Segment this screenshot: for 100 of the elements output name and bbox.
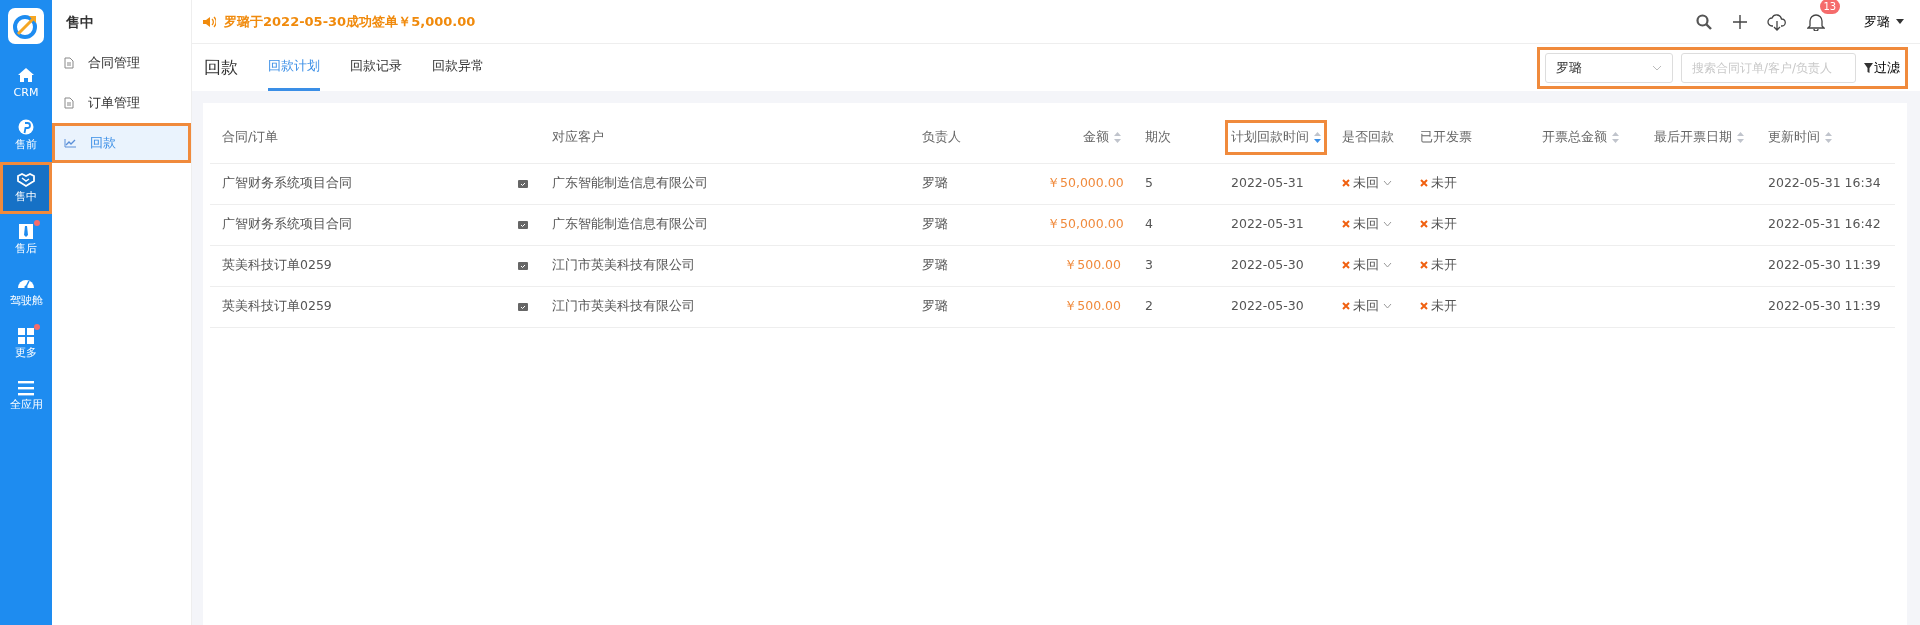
datetime-text: 2022-05-31 16:42 bbox=[1768, 216, 1881, 232]
pin-logo-icon bbox=[17, 118, 35, 137]
user-menu[interactable]: 罗璐 bbox=[1858, 10, 1910, 33]
sidebar-title: 售中 bbox=[65, 13, 95, 32]
notification-count: 13 bbox=[1819, 0, 1841, 14]
invoice-status: 未开 bbox=[1420, 214, 1458, 234]
rail-item[interactable]: 售中 bbox=[0, 162, 52, 214]
rail-item[interactable]: 更多 bbox=[0, 318, 52, 370]
grid-icon bbox=[17, 326, 35, 345]
owner-name: 罗璐 bbox=[922, 298, 948, 314]
calendar-icon bbox=[518, 302, 528, 311]
cross-icon bbox=[1420, 302, 1428, 311]
notification-button[interactable] bbox=[1806, 12, 1825, 31]
speaker-icon bbox=[202, 15, 216, 28]
document-icon bbox=[64, 97, 74, 109]
date-text: 2022-05-31 bbox=[1231, 216, 1304, 232]
rail-item[interactable]: 驾驶舱 bbox=[0, 266, 52, 318]
cloud-download-icon bbox=[1767, 12, 1787, 31]
installment-number: 3 bbox=[1145, 257, 1153, 273]
installment-number: 5 bbox=[1145, 175, 1153, 191]
cross-icon bbox=[1342, 302, 1350, 311]
installment-number: 4 bbox=[1145, 216, 1153, 232]
amount-text: ￥500.00 bbox=[1064, 298, 1121, 314]
payment-status-dropdown[interactable]: 未回 bbox=[1342, 173, 1392, 193]
tab[interactable]: 回款计划 bbox=[268, 44, 320, 91]
owner-name: 罗璐 bbox=[922, 175, 948, 191]
datetime-text: 2022-05-30 11:39 bbox=[1768, 257, 1881, 273]
cross-icon bbox=[1420, 220, 1428, 229]
notice-text: 罗璐于2022-05-30成功签单￥5,000.00 bbox=[224, 12, 476, 31]
cross-icon bbox=[1342, 261, 1350, 270]
date-text: 2022-05-30 bbox=[1231, 298, 1304, 314]
column-header[interactable]: 对应客户 bbox=[546, 120, 610, 156]
column-header[interactable]: 合同/订单 bbox=[216, 120, 285, 156]
invoice-status: 未开 bbox=[1420, 296, 1458, 316]
amount-text: ￥500.00 bbox=[1064, 257, 1121, 273]
filter-icon bbox=[1864, 62, 1873, 73]
date-text: 2022-05-30 bbox=[1231, 257, 1304, 273]
cross-icon bbox=[1342, 220, 1350, 229]
document-icon bbox=[64, 57, 74, 69]
chevron-down-icon bbox=[1652, 64, 1662, 71]
rail-item[interactable]: 售后 bbox=[0, 214, 52, 266]
cross-icon bbox=[1420, 179, 1428, 188]
bell-icon bbox=[1806, 12, 1825, 31]
rail-item[interactable]: 全应用 bbox=[0, 370, 52, 422]
owner-name: 罗璐 bbox=[922, 257, 948, 273]
column-header[interactable]: 更新时间 bbox=[1762, 120, 1838, 156]
column-header[interactable]: 期次 bbox=[1139, 120, 1177, 156]
amount-text: ￥50,000.00 bbox=[1047, 175, 1124, 191]
contract-name[interactable]: 广智财务系统项目合同 bbox=[222, 174, 352, 193]
tab[interactable]: 回款异常 bbox=[432, 44, 484, 91]
payment-status-dropdown[interactable]: 未回 bbox=[1342, 296, 1392, 316]
datetime-text: 2022-05-31 16:34 bbox=[1768, 175, 1881, 191]
contract-name[interactable]: 英美科技订单0259 bbox=[222, 297, 332, 316]
customer-name: 江门市英美科技有限公司 bbox=[552, 298, 695, 314]
calendar-icon bbox=[518, 179, 528, 188]
column-header[interactable]: 是否回款 bbox=[1336, 120, 1400, 156]
customer-name: 江门市英美科技有限公司 bbox=[552, 257, 695, 273]
contract-name[interactable]: 英美科技订单0259 bbox=[222, 256, 332, 275]
customer-name: 广东智能制造信息有限公司 bbox=[552, 216, 708, 232]
cross-icon bbox=[1420, 261, 1428, 270]
calendar-icon bbox=[518, 220, 528, 229]
chevron-down-icon bbox=[1382, 180, 1392, 187]
contract-name[interactable]: 广智财务系统项目合同 bbox=[222, 215, 352, 234]
search-button[interactable] bbox=[1696, 13, 1712, 30]
calendar-icon bbox=[518, 261, 528, 270]
customer-name: 广东智能制造信息有限公司 bbox=[552, 175, 708, 191]
caret-icon bbox=[1896, 19, 1904, 24]
rail-item[interactable]: 售前 bbox=[0, 110, 52, 162]
rail-item[interactable]: CRM bbox=[0, 58, 52, 110]
invoice-status: 未开 bbox=[1420, 173, 1458, 193]
menu-icon bbox=[17, 378, 35, 397]
date-text: 2022-05-31 bbox=[1231, 175, 1304, 191]
column-header[interactable]: 已开发票 bbox=[1414, 120, 1478, 156]
add-button[interactable] bbox=[1731, 13, 1748, 30]
chevron-down-icon bbox=[1382, 262, 1392, 269]
column-header[interactable]: 最后开票日期 bbox=[1648, 120, 1750, 156]
owner-select[interactable]: 罗璐 bbox=[1545, 52, 1673, 83]
payment-status-dropdown[interactable]: 未回 bbox=[1342, 214, 1392, 234]
invoice-status: 未开 bbox=[1420, 255, 1458, 275]
search-icon bbox=[1696, 13, 1712, 30]
payment-status-dropdown[interactable]: 未回 bbox=[1342, 255, 1392, 275]
tie-icon bbox=[17, 222, 35, 241]
column-header[interactable]: 开票总金额 bbox=[1536, 120, 1625, 156]
column-header[interactable]: 负责人 bbox=[916, 120, 967, 156]
chevron-down-icon bbox=[1382, 221, 1392, 228]
plus-icon bbox=[1731, 13, 1748, 30]
chevron-down-icon bbox=[1382, 303, 1392, 310]
cross-icon bbox=[1342, 179, 1350, 188]
owner-name: 罗璐 bbox=[922, 216, 948, 232]
amount-text: ￥50,000.00 bbox=[1047, 216, 1124, 232]
column-header[interactable]: 金额 bbox=[1077, 120, 1127, 156]
column-header[interactable]: 计划回款时间 bbox=[1225, 120, 1327, 156]
line-chart-icon bbox=[64, 138, 76, 148]
filter-button[interactable]: 过滤 bbox=[1864, 57, 1900, 78]
installment-number: 2 bbox=[1145, 298, 1153, 314]
page-title: 回款 bbox=[204, 55, 238, 79]
datetime-text: 2022-05-30 11:39 bbox=[1768, 298, 1881, 314]
download-button[interactable] bbox=[1767, 12, 1787, 31]
home-icon bbox=[17, 66, 35, 85]
tab[interactable]: 回款记录 bbox=[350, 44, 402, 91]
